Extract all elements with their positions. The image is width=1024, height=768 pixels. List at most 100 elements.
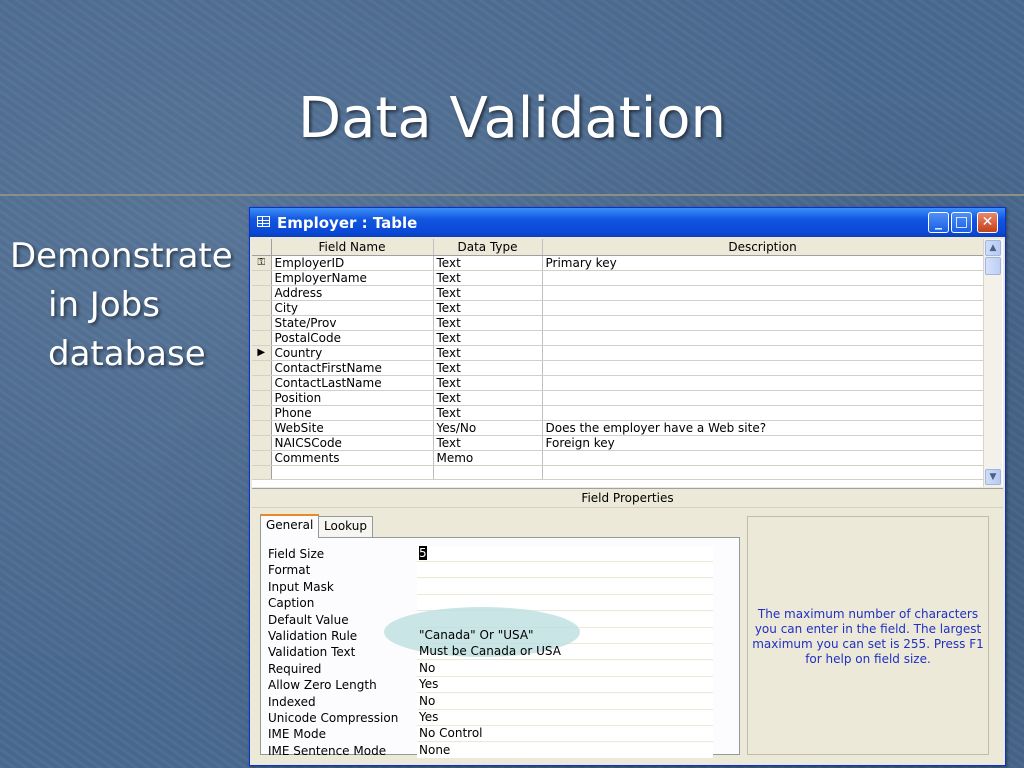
description-cell[interactable]: Primary key bbox=[542, 255, 984, 271]
field-row[interactable]: WebSite Yes/No Does the employer have a We… bbox=[252, 420, 984, 436]
description-cell[interactable]: Foreign key bbox=[542, 435, 984, 451]
field-row[interactable]: ContactLastName Text bbox=[252, 375, 984, 391]
data-type-cell[interactable]: Text bbox=[433, 435, 543, 451]
column-header-field-name[interactable]: Field Name bbox=[271, 239, 434, 256]
scroll-up-arrow-icon[interactable]: ▲ bbox=[985, 240, 1001, 256]
field-row[interactable]: ⚿ EmployerID Text Primary key bbox=[252, 255, 984, 271]
row-selector[interactable] bbox=[252, 315, 272, 331]
description-cell[interactable] bbox=[542, 375, 984, 391]
property-value-input[interactable]: Yes bbox=[417, 710, 713, 726]
tab-lookup[interactable]: Lookup bbox=[318, 516, 373, 537]
field-row[interactable]: Phone Text bbox=[252, 405, 984, 421]
field-row[interactable] bbox=[252, 465, 984, 480]
field-row[interactable]: ▶ Country Text bbox=[252, 345, 984, 361]
row-selector[interactable] bbox=[252, 420, 272, 436]
property-value-input[interactable]: Must be Canada or USA bbox=[417, 644, 713, 661]
maximize-button[interactable]: □ bbox=[951, 212, 972, 233]
row-selector[interactable] bbox=[252, 300, 272, 316]
row-selector[interactable] bbox=[252, 405, 272, 421]
scroll-down-arrow-icon[interactable]: ▼ bbox=[985, 469, 1001, 485]
field-name-cell[interactable] bbox=[271, 465, 434, 480]
field-row[interactable]: Position Text bbox=[252, 390, 984, 406]
field-name-cell[interactable]: PostalCode bbox=[271, 330, 434, 346]
field-row[interactable]: City Text bbox=[252, 300, 984, 316]
field-name-cell[interactable]: Position bbox=[271, 390, 434, 406]
field-name-cell[interactable]: State/Prov bbox=[271, 315, 434, 331]
field-name-cell[interactable]: EmployerName bbox=[271, 270, 434, 286]
data-type-cell[interactable]: Text bbox=[433, 375, 543, 391]
minimize-button[interactable]: _ bbox=[928, 212, 949, 233]
field-row[interactable]: EmployerName Text bbox=[252, 270, 984, 286]
data-type-cell[interactable]: Text bbox=[433, 360, 543, 376]
field-row[interactable]: Address Text bbox=[252, 285, 984, 301]
description-cell[interactable] bbox=[542, 465, 984, 480]
property-value-input[interactable]: No Control bbox=[417, 726, 713, 743]
field-name-cell[interactable]: Phone bbox=[271, 405, 434, 421]
close-button[interactable]: ✕ bbox=[977, 212, 998, 233]
column-header-description[interactable]: Description bbox=[542, 239, 984, 256]
data-type-cell[interactable]: Yes/No bbox=[433, 420, 543, 436]
field-name-cell[interactable]: WebSite bbox=[271, 420, 434, 436]
data-type-cell[interactable]: Text bbox=[433, 300, 543, 316]
field-name-cell[interactable]: Address bbox=[271, 285, 434, 301]
field-name-cell[interactable]: EmployerID bbox=[271, 255, 434, 271]
property-value-input[interactable] bbox=[417, 578, 713, 595]
column-header-data-type[interactable]: Data Type bbox=[433, 239, 543, 256]
data-type-cell[interactable]: Text bbox=[433, 270, 543, 286]
description-cell[interactable] bbox=[542, 405, 984, 421]
data-type-cell[interactable]: Text bbox=[433, 405, 543, 421]
property-value-input[interactable]: No bbox=[417, 660, 713, 677]
property-value-input[interactable]: None bbox=[417, 742, 713, 759]
description-cell[interactable] bbox=[542, 330, 984, 346]
data-type-cell[interactable]: Text bbox=[433, 345, 543, 361]
grid-vertical-scrollbar[interactable]: ▲ ▼ bbox=[983, 239, 1002, 487]
row-selector[interactable] bbox=[252, 465, 272, 480]
row-selector[interactable] bbox=[252, 390, 272, 406]
field-row[interactable]: PostalCode Text bbox=[252, 330, 984, 346]
description-cell[interactable] bbox=[542, 390, 984, 406]
field-name-cell[interactable]: City bbox=[271, 300, 434, 316]
property-value-input[interactable]: No bbox=[417, 693, 713, 710]
field-row[interactable]: State/Prov Text bbox=[252, 315, 984, 331]
field-name-cell[interactable]: ContactFirstName bbox=[271, 360, 434, 376]
property-value-input[interactable]: 5 bbox=[417, 546, 713, 562]
data-type-cell[interactable]: Memo bbox=[433, 450, 543, 466]
data-type-cell[interactable]: Text bbox=[433, 390, 543, 406]
row-selector[interactable] bbox=[252, 285, 272, 301]
primary-key-icon[interactable]: ⚿ bbox=[252, 255, 272, 271]
scroll-thumb[interactable] bbox=[985, 257, 1001, 275]
description-cell[interactable] bbox=[542, 360, 984, 376]
data-type-cell[interactable]: Text bbox=[433, 285, 543, 301]
field-name-cell[interactable]: ContactLastName bbox=[271, 375, 434, 391]
row-selector-header[interactable] bbox=[252, 239, 272, 256]
data-type-cell[interactable]: Text bbox=[433, 315, 543, 331]
row-selector[interactable] bbox=[252, 435, 272, 451]
field-name-cell[interactable]: Comments bbox=[271, 450, 434, 466]
row-selector[interactable] bbox=[252, 270, 272, 286]
description-cell[interactable] bbox=[542, 450, 984, 466]
description-cell[interactable] bbox=[542, 345, 984, 361]
description-cell[interactable] bbox=[542, 270, 984, 286]
description-cell[interactable] bbox=[542, 315, 984, 331]
data-type-cell[interactable]: Text bbox=[433, 255, 543, 271]
tab-general[interactable]: General bbox=[260, 514, 320, 538]
field-name-cell[interactable]: Country bbox=[271, 345, 434, 361]
description-cell[interactable]: Does the employer have a Web site? bbox=[542, 420, 984, 436]
window-titlebar[interactable]: Employer : Table _ □ ✕ bbox=[250, 208, 1005, 237]
data-type-cell[interactable] bbox=[433, 465, 543, 480]
field-row[interactable]: Comments Memo bbox=[252, 450, 984, 466]
field-row[interactable]: ContactFirstName Text bbox=[252, 360, 984, 376]
property-value-input[interactable]: Yes bbox=[417, 677, 713, 694]
field-name-cell[interactable]: NAICSCode bbox=[271, 435, 434, 451]
row-selector[interactable] bbox=[252, 360, 272, 376]
row-selector[interactable] bbox=[252, 375, 272, 391]
field-row[interactable]: NAICSCode Text Foreign key bbox=[252, 435, 984, 451]
row-selector[interactable] bbox=[252, 330, 272, 346]
description-cell[interactable] bbox=[542, 285, 984, 301]
current-row-arrow-icon[interactable]: ▶ bbox=[252, 345, 272, 361]
property-label: Default Value bbox=[268, 612, 349, 627]
property-value-input[interactable] bbox=[417, 562, 713, 579]
row-selector[interactable] bbox=[252, 450, 272, 466]
description-cell[interactable] bbox=[542, 300, 984, 316]
data-type-cell[interactable]: Text bbox=[433, 330, 543, 346]
